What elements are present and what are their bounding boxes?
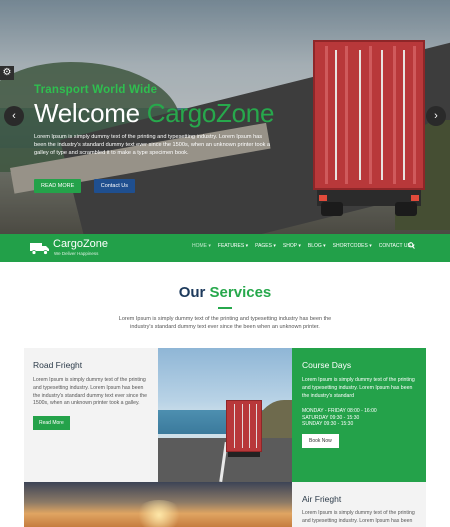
hero-subtitle: Transport World Wide <box>34 84 158 96</box>
tail-light <box>319 195 327 201</box>
hero-slider: ⚙ ‹ › Transport World Wide Welcome Cargo… <box>0 0 450 234</box>
truck-road-image <box>158 348 292 482</box>
road-freight-title: Road Frieght <box>33 360 83 370</box>
hero-title-prefix: Welcome <box>34 98 140 128</box>
title-divider <box>218 307 232 309</box>
container-rib <box>393 46 396 184</box>
container-bar <box>359 50 361 180</box>
container-bar <box>335 50 337 180</box>
opening-hours: MONDAY - FRIDAY 08:00 - 16:00 SATURDAY 0… <box>302 408 420 428</box>
hero-caption: Transport World Wide Welcome CargoZone L… <box>34 84 284 157</box>
hours-sunday: SUNDAY 09:30 - 15:30 <box>302 421 354 428</box>
nav-menu: HOME ▾ FEATURES ▾ PAGES ▾ SHOP ▾ BLOG ▾ … <box>192 243 415 249</box>
hero-buttons: READ MORE Contact Us <box>34 174 135 193</box>
container-rib <box>345 46 348 184</box>
nav-item-home[interactable]: HOME ▾ <box>192 243 211 249</box>
truck-icon <box>30 243 49 255</box>
air-freight-image <box>24 482 292 527</box>
air-freight-title: Air Frieght <box>302 494 342 504</box>
hours-weekdays: MONDAY - FRIDAY 08:00 - 16:00 <box>302 408 377 414</box>
truck-wheel <box>321 202 343 216</box>
services-title: Our Services <box>0 284 450 301</box>
road-freight-read-more-button[interactable]: Read More <box>33 416 70 430</box>
course-days-card: Course Days Lorem Ipsum is simply dummy … <box>292 348 426 482</box>
road-freight-card: Road Frieght Lorem Ipsum is simply dummy… <box>24 348 158 482</box>
container-bar <box>234 404 235 448</box>
slider-next-button[interactable]: › <box>426 106 446 126</box>
air-freight-card: Air Frieght Lorem Ipsum is simply dummy … <box>292 482 426 527</box>
read-more-button[interactable]: READ MORE <box>34 179 82 193</box>
nav-item-pages[interactable]: PAGES ▾ <box>255 243 276 249</box>
air-freight-text: Lorem Ipsum is simply dummy text of the … <box>302 510 415 524</box>
course-days-text: Lorem Ipsum is simply dummy text of the … <box>302 377 415 399</box>
gear-icon[interactable]: ⚙ <box>0 66 14 80</box>
container-rib <box>325 46 328 184</box>
container-bar <box>256 404 257 448</box>
container-bar <box>249 404 250 448</box>
container-rib <box>369 46 372 184</box>
truck-wheel <box>395 202 417 216</box>
nav-item-shortcodes[interactable]: SHORTCODES ▾ <box>333 243 372 249</box>
services-title-prefix: Our <box>178 284 206 301</box>
tail-light <box>411 195 419 201</box>
image-sun-glow <box>134 500 184 527</box>
container-rib <box>413 46 416 184</box>
hero-truck-image <box>313 40 425 216</box>
search-icon[interactable] <box>408 242 415 249</box>
hero-description: Lorem Ipsum is simply dummy text of the … <box>34 134 271 156</box>
nav-item-shop[interactable]: SHOP ▾ <box>283 243 301 249</box>
hero-title-brand: CargoZone <box>146 98 275 128</box>
shipping-container <box>313 40 425 190</box>
services-description: Lorem Ipsum is simply dummy text of the … <box>118 316 332 330</box>
slider-prev-button[interactable]: ‹ <box>4 106 24 126</box>
services-section-header: Our Services Lorem Ipsum is simply dummy… <box>0 262 450 348</box>
road-freight-text: Lorem Ipsum is simply dummy text of the … <box>33 377 148 407</box>
hours-saturday: SATURDAY 09:30 - 15:30 <box>302 414 360 421</box>
services-title-accent: Services <box>209 284 272 301</box>
logo-name: CargoZone <box>53 238 109 250</box>
container-bar <box>403 50 405 180</box>
nav-item-blog[interactable]: BLOG ▾ <box>308 243 326 249</box>
image-truck-wheels <box>228 452 260 457</box>
logo-tagline: We Deliver Happiness <box>54 251 99 256</box>
hero-title: Welcome CargoZone <box>34 98 284 129</box>
container-bar <box>381 50 383 180</box>
book-now-button[interactable]: Book Now <box>302 434 339 448</box>
image-container-truck <box>226 400 262 452</box>
course-days-title: Course Days <box>302 360 352 370</box>
contact-us-button[interactable]: Contact Us <box>93 179 135 193</box>
container-bar <box>242 404 243 448</box>
nav-item-features[interactable]: FEATURES ▾ <box>218 243 248 249</box>
main-navbar: CargoZone We Deliver Happiness HOME ▾ FE… <box>0 234 450 262</box>
